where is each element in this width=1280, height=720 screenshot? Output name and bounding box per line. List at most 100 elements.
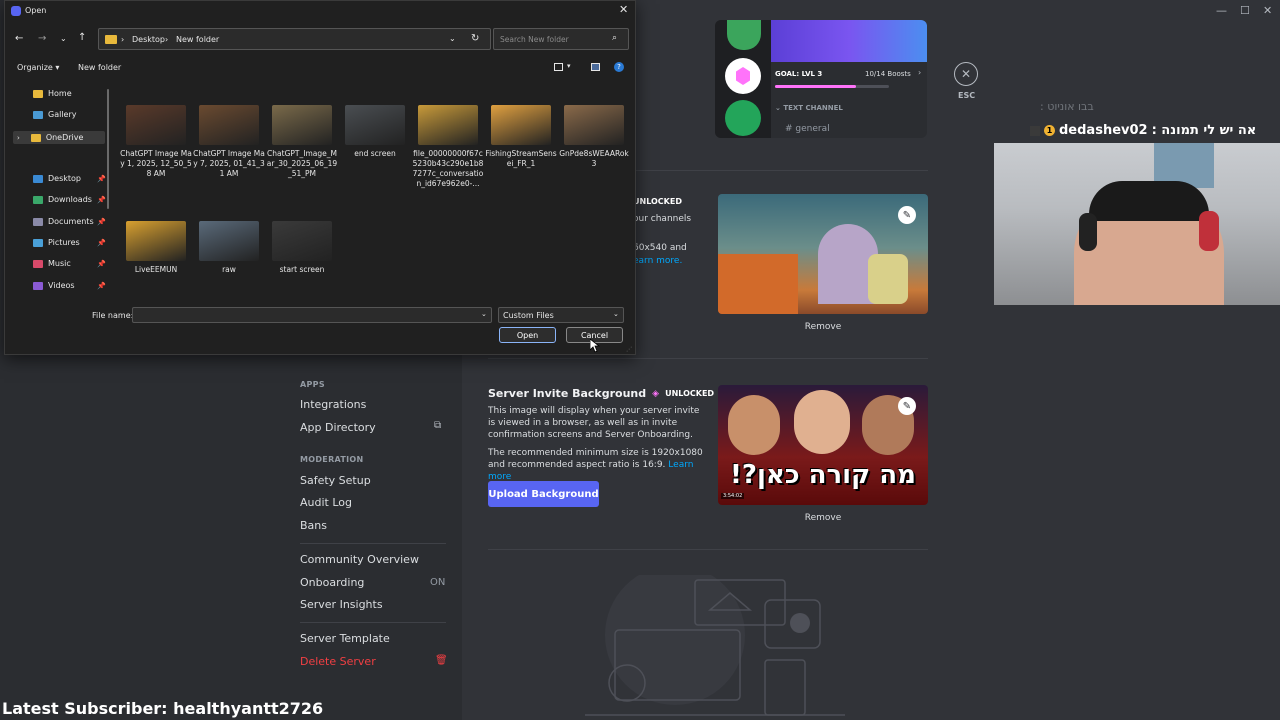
banner-image	[718, 194, 928, 314]
invite-bg-description: This image will display when your server…	[488, 406, 700, 440]
edit-pencil-icon[interactable]: ✎	[898, 397, 916, 415]
pin-icon: 📌	[97, 196, 106, 204]
sidebar-item-pictures[interactable]: Pictures	[33, 238, 80, 247]
invite-bg-header: Server Invite Background ◈ UNLOCKED	[488, 387, 714, 400]
sidebar-item-documents[interactable]: Documents	[33, 217, 94, 226]
headphones	[1079, 213, 1097, 251]
chevron-down-icon[interactable]: ⌄	[613, 310, 619, 318]
person-face	[728, 395, 780, 455]
file-type-select[interactable]: Custom Files ⌄	[498, 307, 624, 323]
recent-dropdown-icon[interactable]: ⌄	[60, 34, 67, 43]
chat-username: dedashev02	[1059, 123, 1148, 138]
resize-grip-icon[interactable]: ⋰	[626, 346, 632, 353]
category-label: TEXT CHANNEL	[783, 104, 843, 112]
nav-community-overview[interactable]: Community Overview	[300, 553, 419, 566]
remove-banner-button[interactable]: Remove	[718, 322, 928, 332]
arcade-machine	[718, 254, 798, 314]
esc-close-icon[interactable]: ✕	[954, 62, 978, 86]
sidebar-item-downloads[interactable]: Downloads	[33, 195, 92, 204]
nav-onboarding[interactable]: Onboarding	[300, 576, 364, 589]
streamer-hair	[1089, 181, 1209, 221]
file-name: raw	[222, 265, 236, 274]
minimize-icon[interactable]: —	[1216, 4, 1227, 17]
maximize-icon[interactable]: ☐	[1240, 4, 1250, 17]
channel-category: ⌄ TEXT CHANNEL	[775, 104, 843, 112]
videos-icon	[33, 281, 43, 290]
file-thumbnail	[199, 221, 259, 261]
address-bar[interactable]: › Desktop › New folder ⌄ ↻	[98, 28, 491, 50]
sidebar-item-gallery[interactable]: Gallery	[33, 110, 77, 119]
file-thumbnail	[564, 105, 624, 145]
nav-safety-setup[interactable]: Safety Setup	[300, 474, 371, 487]
boost-goal: GOAL: LVL 3	[775, 70, 823, 78]
sidebar-item-music[interactable]: Music	[33, 259, 71, 268]
boost-progress-track	[775, 85, 889, 88]
breadcrumb-desktop[interactable]: Desktop	[132, 35, 165, 44]
section-divider	[488, 358, 928, 359]
boost-progress-fill	[775, 85, 857, 88]
folder-icon	[105, 35, 117, 44]
pin-icon: 📌	[97, 175, 106, 183]
unlocked-badge: UNLOCKED	[665, 389, 715, 398]
sidebar-item-onedrive[interactable]: › OneDrive	[13, 131, 105, 144]
nav-server-insights[interactable]: Server Insights	[300, 598, 383, 611]
preview-pane-icon[interactable]	[591, 63, 600, 71]
file-thumbnail	[126, 105, 186, 145]
back-arrow-icon[interactable]: ←	[15, 33, 23, 44]
music-icon	[33, 259, 43, 268]
nav-delete-server[interactable]: Delete Server	[300, 655, 376, 668]
unlocked-badge: UNLOCKED	[633, 197, 682, 206]
edit-pencil-icon[interactable]: ✎	[898, 206, 916, 224]
server-avatar	[725, 100, 761, 136]
sidebar-label: Pictures	[48, 238, 80, 247]
gallery-icon	[33, 110, 43, 119]
sidebar-label: Gallery	[48, 110, 77, 119]
nav-integrations[interactable]: Integrations	[300, 398, 366, 411]
chat-message-faded: בבו אוניוט :	[1040, 100, 1094, 113]
chevron-down-icon[interactable]: ⌄	[481, 310, 487, 318]
discord-app-icon	[11, 6, 21, 16]
pin-icon: 📌	[97, 218, 106, 226]
breadcrumb-new-folder[interactable]: New folder	[176, 35, 219, 44]
file-name-input[interactable]: ⌄	[132, 307, 492, 323]
file-thumbnail	[272, 105, 332, 145]
file-name: file_00000000f67c5230b43c290e1b87277c_co…	[412, 149, 484, 188]
empty-state-illustration	[585, 575, 845, 716]
refresh-icon[interactable]: ↻	[471, 33, 479, 44]
close-window-icon[interactable]: ✕	[1263, 4, 1272, 17]
dialog-close-icon[interactable]: ✕	[619, 3, 628, 16]
up-arrow-icon[interactable]: ↑	[78, 32, 86, 43]
organize-menu[interactable]: Organize ▾	[17, 63, 59, 72]
nav-divider	[300, 543, 446, 544]
view-options-icon[interactable]	[554, 63, 563, 71]
folder-icon	[30, 133, 41, 142]
headphones	[1199, 211, 1219, 251]
remove-invite-bg-button[interactable]: Remove	[718, 513, 928, 523]
nav-audit-log[interactable]: Audit Log	[300, 496, 352, 509]
person-face	[794, 390, 850, 454]
file-name: start screen	[279, 265, 325, 274]
learn-more-link[interactable]: earn more.	[633, 255, 682, 267]
new-folder-button[interactable]: New folder	[78, 63, 121, 72]
sidebar-item-videos[interactable]: Videos	[33, 281, 75, 290]
organize-label: Organize	[17, 63, 53, 72]
sidebar-label: Downloads	[48, 195, 92, 204]
chevron-down-icon[interactable]: ▾	[567, 62, 571, 70]
search-placeholder: Search New folder	[500, 35, 569, 44]
sidebar-item-home[interactable]: Home	[33, 89, 72, 98]
search-box[interactable]: Search New folder ⌕	[493, 28, 629, 50]
nav-app-directory[interactable]: App Directory	[300, 421, 376, 434]
nav-bans[interactable]: Bans	[300, 519, 327, 532]
file-name: ChatGPT Image May 1, 2025, 12_50_58 AM	[120, 149, 192, 178]
sidebar-scrollbar[interactable]	[107, 89, 109, 209]
help-icon[interactable]: ?	[614, 62, 624, 72]
desktop-icon	[33, 174, 43, 183]
sidebar-item-desktop[interactable]: Desktop	[33, 174, 81, 183]
chevron-down-icon[interactable]: ⌄	[449, 34, 456, 43]
open-button[interactable]: Open	[499, 327, 556, 343]
server-card-preview: GOAL: LVL 3 10/14 Boosts › ⌄ TEXT CHANNE…	[715, 20, 927, 138]
forward-arrow-icon[interactable]: →	[38, 33, 46, 44]
nav-server-template[interactable]: Server Template	[300, 632, 390, 645]
downloads-icon	[33, 195, 43, 204]
upload-background-button[interactable]: Upload Background	[488, 481, 599, 507]
